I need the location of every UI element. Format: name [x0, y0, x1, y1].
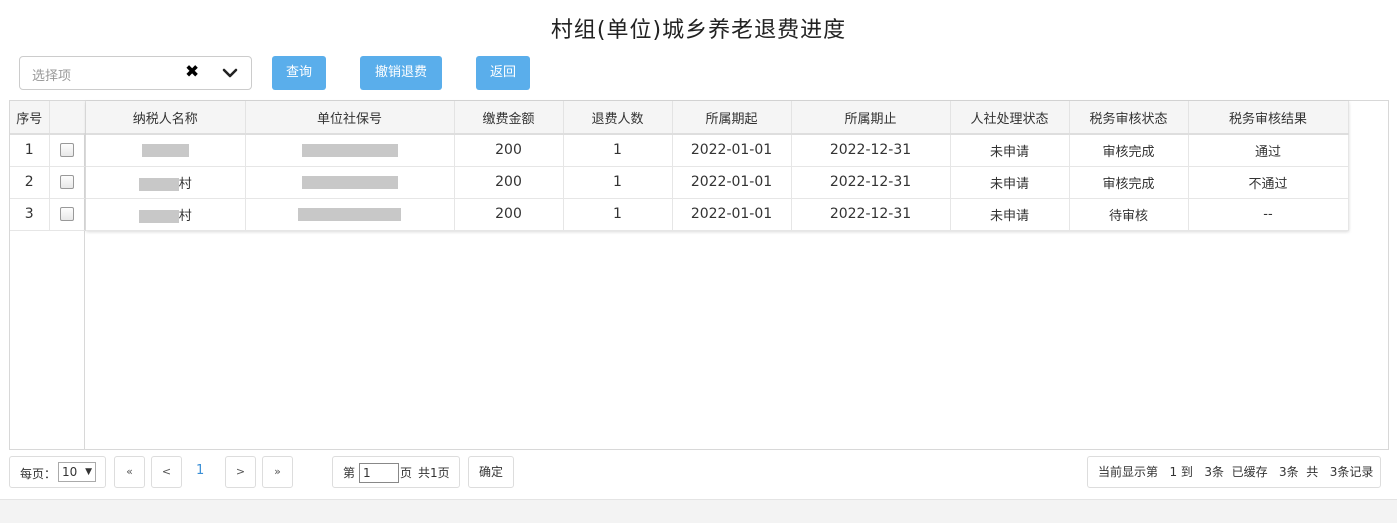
refund-count-link[interactable]: 1	[563, 166, 673, 199]
amount-cell: 200	[454, 198, 564, 231]
row-seq: 3	[10, 198, 50, 231]
header-tax-result: 税务审核结果	[1188, 101, 1349, 135]
page-suffix: 页	[400, 466, 413, 480]
unit-social-no-cell	[245, 134, 455, 167]
table-row: 200 1 2022-01-01 2022-12-31 未申请 审核完成 通过	[86, 134, 1349, 167]
tax-status-cell: 审核完成	[1069, 134, 1189, 167]
table-row: 3	[10, 198, 86, 231]
bottom-bar	[0, 499, 1397, 523]
redacted-mask	[301, 143, 398, 157]
unit-social-no-cell	[245, 198, 455, 231]
main-columns: 纳税人名称 单位社保号 缴费金额 退费人数 所属期起 所属期止 人社处理状态 税…	[86, 101, 1349, 231]
tax-result-cell: 通过	[1188, 134, 1349, 167]
per-page-control: 每页： 10 ▼	[9, 456, 106, 488]
redacted-mask	[138, 209, 179, 223]
row-checkbox[interactable]	[60, 175, 74, 189]
hr-status-cell: 未申请	[950, 134, 1070, 167]
amount-cell: 200	[454, 166, 564, 199]
page-title: 村组(单位)城乡养老退费进度	[550, 18, 847, 43]
query-button[interactable]: 查询	[272, 56, 326, 90]
header-taxpayer-name: 纳税人名称	[86, 101, 246, 135]
page-number-input[interactable]: 1	[359, 463, 399, 483]
header-hr-status: 人社处理状态	[950, 101, 1070, 135]
period-end-cell: 2022-12-31	[791, 134, 951, 167]
header-check	[49, 101, 86, 135]
data-grid: 序号 1 2 3 纳税人名称 单位社保号 缴费金额 退费人数 所属期起 所属期止…	[9, 100, 1389, 450]
item-select[interactable]: 选择项 ✖	[19, 56, 252, 90]
refund-count-link[interactable]: 1	[563, 134, 673, 167]
select-placeholder: 选择项	[32, 69, 72, 84]
tax-result-cell: 不通过	[1188, 166, 1349, 199]
first-page-button[interactable]: «	[114, 456, 145, 488]
cancel-refund-button[interactable]: 撤销退费	[360, 56, 442, 90]
close-icon[interactable]: ✖	[185, 62, 199, 82]
page-prefix: 第	[343, 466, 356, 480]
chevron-down-icon[interactable]	[222, 65, 238, 81]
table-row: 村 200 1 2022-01-01 2022-12-31 未申请 待审核 --	[86, 198, 1349, 231]
tax-status-cell: 审核完成	[1069, 166, 1189, 199]
taxpayer-name-cell: 村	[86, 166, 246, 199]
period-start-cell: 2022-01-01	[672, 198, 792, 231]
next-page-button[interactable]: >	[225, 456, 256, 488]
period-start-cell: 2022-01-01	[672, 134, 792, 167]
refund-count-link[interactable]: 1	[563, 198, 673, 231]
record-status: 当前显示第 1 到 3条 已缓存 3条 共 3条记录	[1087, 456, 1381, 488]
taxpayer-name-cell	[86, 134, 246, 167]
header-period-start: 所属期起	[672, 101, 792, 135]
dropdown-arrow-icon: ▼	[85, 467, 92, 477]
frozen-columns: 序号 1 2 3	[10, 101, 86, 449]
hr-status-cell: 未申请	[950, 198, 1070, 231]
redacted-mask	[301, 175, 398, 189]
page-jump: 第 1 页 共1页	[332, 456, 460, 488]
prev-page-button[interactable]: <	[151, 456, 182, 488]
confirm-button[interactable]: 确定	[468, 456, 514, 488]
redacted-mask	[141, 143, 189, 157]
header-period-end: 所属期止	[791, 101, 951, 135]
current-page-number[interactable]: 1	[196, 463, 204, 478]
header-refund-count: 退费人数	[563, 101, 673, 135]
tax-result-cell: --	[1188, 198, 1349, 231]
taxpayer-name-cell: 村	[86, 198, 246, 231]
back-button[interactable]: 返回	[476, 56, 530, 90]
table-row: 村 200 1 2022-01-01 2022-12-31 未申请 审核完成 不…	[86, 166, 1349, 199]
header-amount: 缴费金额	[454, 101, 564, 135]
period-start-cell: 2022-01-01	[672, 166, 792, 199]
unit-social-no-cell	[245, 166, 455, 199]
table-row: 2	[10, 166, 86, 199]
row-seq: 2	[10, 166, 50, 199]
total-pages: 共1页	[418, 466, 450, 480]
hr-status-cell: 未申请	[950, 166, 1070, 199]
tax-status-cell: 待审核	[1069, 198, 1189, 231]
per-page-label: 每页：	[20, 467, 57, 481]
header-seq: 序号	[10, 101, 50, 135]
last-page-button[interactable]: »	[262, 456, 293, 488]
period-end-cell: 2022-12-31	[791, 166, 951, 199]
row-checkbox[interactable]	[60, 143, 74, 158]
period-end-cell: 2022-12-31	[791, 198, 951, 231]
redacted-mask	[298, 207, 401, 221]
per-page-select[interactable]: 10 ▼	[58, 462, 96, 482]
header-unit-social-no: 单位社保号	[245, 101, 455, 135]
row-seq: 1	[10, 134, 50, 167]
amount-cell: 200	[454, 134, 564, 167]
table-row: 1	[10, 134, 86, 167]
header-tax-status: 税务审核状态	[1069, 101, 1189, 135]
row-checkbox[interactable]	[60, 207, 74, 221]
redacted-mask	[138, 177, 179, 191]
